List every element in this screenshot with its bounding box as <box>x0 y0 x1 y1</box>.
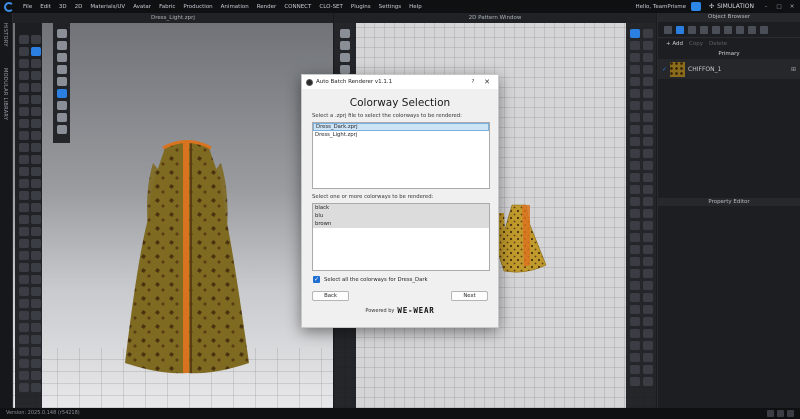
copy-button[interactable]: Copy <box>689 41 703 47</box>
more-tab-icon[interactable] <box>760 25 768 34</box>
menu-avatar[interactable]: Avatar <box>129 4 155 10</box>
object-browser-tabs <box>658 22 800 38</box>
simulation-mode[interactable]: ✣ SIMULATION <box>706 2 757 11</box>
fabric-tab-icon[interactable] <box>676 25 684 34</box>
fabric-list-item[interactable]: ✓ CHIFFON_1 ⊞ <box>658 59 800 79</box>
close-icon[interactable]: ✕ <box>480 78 494 86</box>
3d-viewport[interactable]: Dress_Light.zprj <box>13 13 333 408</box>
colorway-item-blu[interactable]: blu <box>313 212 489 220</box>
next-button[interactable]: Next <box>451 291 488 301</box>
file-item-dress-dark[interactable]: Dress_Dark.zprj <box>313 123 489 131</box>
status-icon[interactable] <box>777 410 784 417</box>
measure-tab-icon[interactable] <box>748 25 756 34</box>
topstitch-tab-icon[interactable] <box>712 25 720 34</box>
avatar-mode-icon[interactable] <box>691 2 702 11</box>
dialog-title: Auto Batch Renderer v1.1.1 <box>316 79 393 85</box>
menu-production[interactable]: Production <box>179 4 216 10</box>
3d-dress-render <box>125 140 249 374</box>
dialog-heading: Colorway Selection <box>349 97 451 109</box>
version-text: Version: 2025.0.148 (r54218) <box>6 410 80 416</box>
tab-history[interactable]: HISTORY <box>2 23 8 47</box>
menu-plugins[interactable]: Plugins <box>347 4 375 10</box>
fabric-options-icon[interactable]: ⊞ <box>791 66 796 73</box>
powered-by-label: Powered by <box>365 307 395 314</box>
left-side-tabs: HISTORY MODULAR LIBRARY <box>0 13 13 408</box>
object-browser-title: Object Browser <box>658 13 800 22</box>
right-panel: Object Browser + Add Copy Delete Primary… <box>657 13 800 408</box>
back-button[interactable]: Back <box>312 291 349 301</box>
scene-icon[interactable] <box>664 25 672 34</box>
close-window-icon[interactable]: ✕ <box>788 3 796 11</box>
menu-render[interactable]: Render <box>253 4 281 10</box>
delete-button[interactable]: Delete <box>709 41 727 47</box>
fabric-swatch <box>670 61 686 77</box>
file-listbox[interactable]: Dress_Dark.zprj Dress_Light.zprj <box>312 122 490 189</box>
we-wear-logo: WE-WEAR <box>397 306 435 315</box>
select-all-row[interactable]: ✓ Select all the colorways for Dress_Dar… <box>313 276 498 283</box>
powered-by: Powered by WE-WEAR <box>302 306 498 315</box>
tab-modular-library[interactable]: MODULAR LIBRARY <box>2 68 8 120</box>
dialog-buttons: Back Next <box>312 291 488 301</box>
menu-fabric[interactable]: Fabric <box>155 4 179 10</box>
dialog-titlebar: Auto Batch Renderer v1.1.1 ? ✕ <box>302 75 498 89</box>
buttonhole-tab-icon[interactable] <box>700 25 708 34</box>
colorway-item-brown[interactable]: brown <box>313 220 489 228</box>
colorway-list-label: Select one or more colorways to be rende… <box>312 194 434 200</box>
select-all-label: Select all the colorways for Dress_Dark <box>324 276 428 283</box>
menu-animation[interactable]: Animation <box>217 4 253 10</box>
object-actions: + Add Copy Delete <box>658 38 800 50</box>
menu-clo-set[interactable]: CLO-SET <box>315 4 347 10</box>
menu-materials[interactable]: Materials/UV <box>86 4 129 10</box>
maximize-icon[interactable]: □ <box>775 3 783 11</box>
menu-connect[interactable]: CONNECT <box>280 4 315 10</box>
simulation-icon: ✣ <box>709 3 715 10</box>
user-greeting[interactable]: Hello, TeamPrisme <box>635 4 686 10</box>
fabric-name: CHIFFON_1 <box>688 65 722 73</box>
file-item-dress-light[interactable]: Dress_Light.zprj <box>313 131 489 139</box>
menu-3d[interactable]: 3D <box>55 4 71 10</box>
app-icon <box>306 78 313 86</box>
status-icon[interactable] <box>787 410 794 417</box>
file-list-label: Select a .zprj file to select the colorw… <box>312 113 462 119</box>
auto-batch-renderer-dialog: Auto Batch Renderer v1.1.1 ? ✕ Colorway … <box>301 74 499 328</box>
help-button[interactable]: ? <box>466 79 480 85</box>
simulation-label: SIMULATION <box>717 3 754 10</box>
trim-tab-icon[interactable] <box>736 25 744 34</box>
graphic-tab-icon[interactable] <box>724 25 732 34</box>
status-icon[interactable] <box>767 410 774 417</box>
checkmark-icon: ✓ <box>662 65 668 73</box>
status-icons <box>767 410 794 417</box>
status-bar: Version: 2025.0.148 (r54218) <box>0 408 800 419</box>
minimize-icon[interactable]: – <box>762 3 770 11</box>
colorway-item-black[interactable]: black <box>313 204 489 212</box>
property-editor-title: Property Editor <box>658 198 800 206</box>
menu-bar: File Edit 3D 2D Materials/UV Avatar Fabr… <box>0 0 800 13</box>
colorway-primary[interactable]: Primary <box>658 50 800 59</box>
colorway-listbox[interactable]: black blu brown <box>312 203 490 271</box>
menu-edit[interactable]: Edit <box>36 4 55 10</box>
add-button[interactable]: + Add <box>666 41 683 47</box>
menu-help[interactable]: Help <box>405 4 426 10</box>
menu-file[interactable]: File <box>19 4 36 10</box>
menu-2d[interactable]: 2D <box>71 4 87 10</box>
select-all-checkbox[interactable]: ✓ <box>313 276 320 283</box>
menu-settings[interactable]: Settings <box>375 4 406 10</box>
button-tab-icon[interactable] <box>688 25 696 34</box>
clo-logo-icon <box>4 1 14 12</box>
